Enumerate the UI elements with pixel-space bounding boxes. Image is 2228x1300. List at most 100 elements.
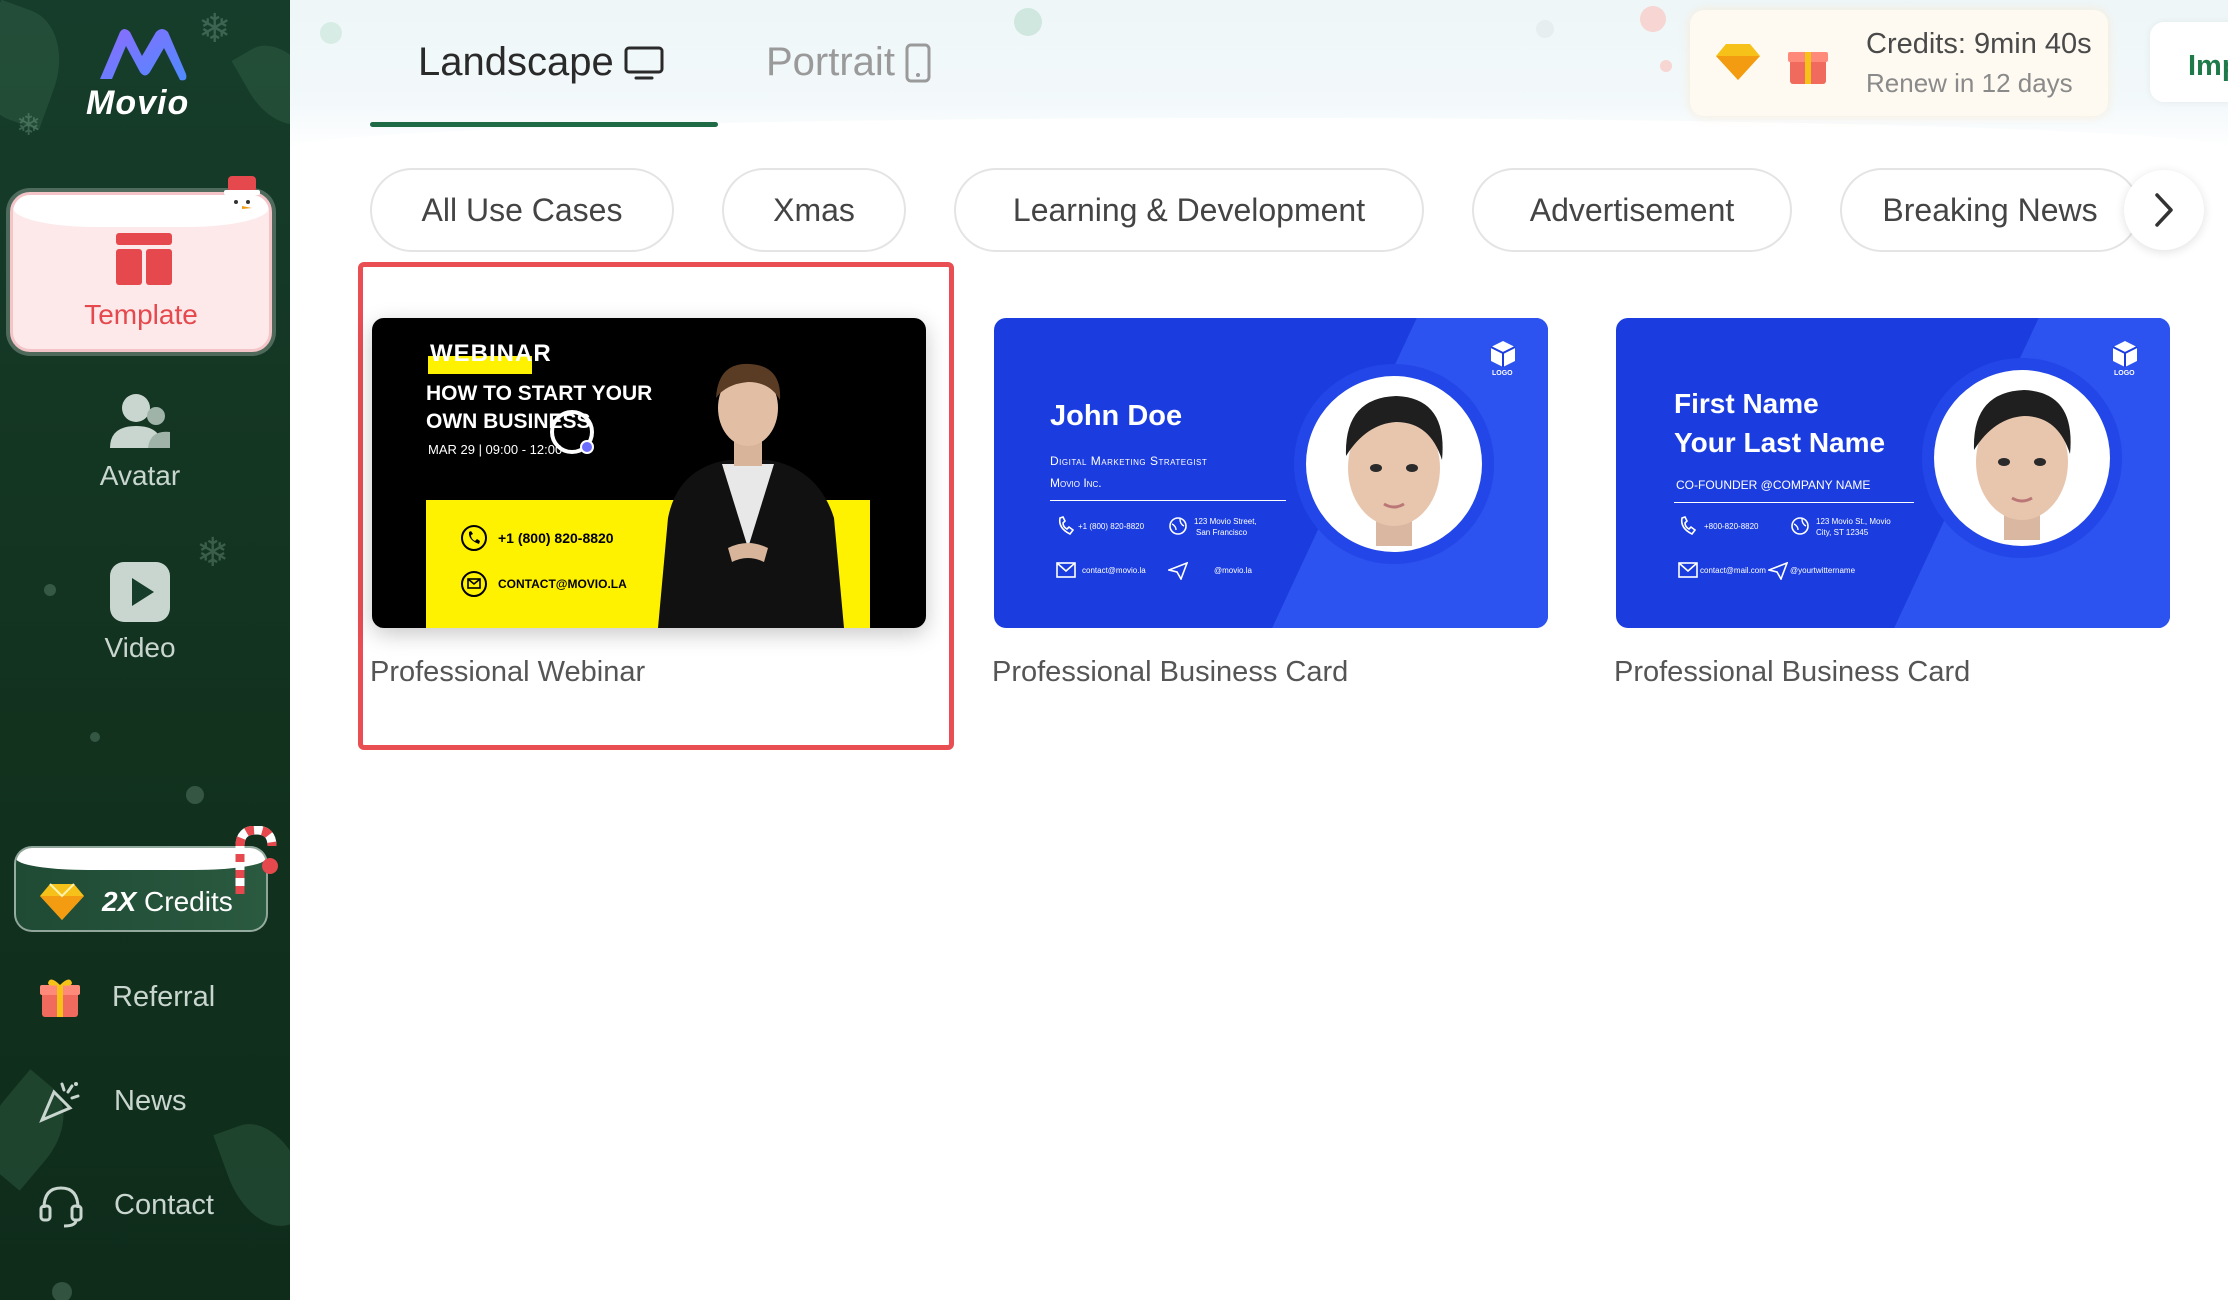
filter-chip-learning[interactable]: Learning & Development — [954, 168, 1424, 252]
diamond-icon — [40, 883, 84, 920]
template-title: Professional Webinar — [370, 656, 646, 688]
decor-bubble — [1640, 6, 1666, 32]
webinar-email: CONTACT@MOVIO.LA — [498, 577, 627, 591]
avatar — [1934, 370, 2110, 546]
card-divider — [1050, 500, 1286, 501]
template-card-webinar[interactable]: WEBINAR HOW TO START YOUR OWN BUSINESS M… — [372, 318, 926, 628]
cursor-dot — [580, 440, 594, 454]
decor-leaf — [231, 31, 290, 139]
logo-text: Movio — [86, 84, 190, 122]
decor-dot — [90, 732, 100, 742]
presenter-figure — [658, 363, 844, 628]
tab-portrait[interactable]: Portrait — [766, 40, 931, 85]
mail-icon — [461, 571, 487, 597]
decor-dot — [52, 1282, 72, 1300]
logo-text: LOGO — [2114, 370, 2135, 377]
diamond-icon — [1716, 44, 1760, 80]
sidebar-item-news[interactable]: News — [38, 1076, 187, 1126]
card-phone: +800-820-8820 — [1704, 522, 1759, 531]
template-card-business-first-name[interactable]: LOGO First Name Your Last Name CO-FOUNDE… — [1616, 318, 2170, 628]
template-title: Professional Business Card — [1614, 656, 1971, 688]
card-email: contact@movio.la — [1082, 566, 1146, 575]
snowflake-icon: ❄ — [16, 109, 42, 142]
globe-icon — [1169, 517, 1187, 535]
decor-bubble — [320, 22, 342, 44]
card-social: @yourtwittername — [1790, 566, 1856, 575]
chevron-right-icon — [2155, 193, 2173, 227]
sidebar-item-video[interactable]: Video — [0, 562, 280, 664]
card-address: 123 Movio St., Movio City, ST 12345 — [1816, 517, 1891, 537]
card-email: contact@mail.com — [1700, 566, 1766, 575]
send-icon — [1168, 562, 1188, 580]
webinar-badge: WEBINAR — [428, 340, 551, 374]
sidebar-item-label: Template — [84, 299, 198, 330]
sidebar-item-label: Contact — [114, 1188, 214, 1221]
avatar — [1306, 376, 1482, 552]
video-icon — [110, 562, 170, 622]
card-company: Movio Inc. — [1050, 476, 1102, 490]
webinar-phone: +1 (800) 820-8820 — [498, 530, 614, 546]
monitor-icon — [624, 46, 664, 79]
snowman-icon — [224, 176, 260, 220]
card-role: CO-FOUNDER @COMPANY NAME — [1676, 478, 1871, 492]
gift-icon — [1788, 52, 1828, 84]
sidebar-item-contact[interactable]: Contact — [38, 1180, 214, 1230]
webinar-headline: HOW TO START YOUR OWN BUSINESS — [426, 382, 653, 433]
send-icon — [1768, 562, 1788, 580]
phone-icon — [1058, 516, 1075, 536]
movio-logo[interactable]: Movio — [80, 24, 210, 124]
card-role: Digital Marketing Strategist — [1050, 454, 1208, 468]
card-address: 123 Movio Street, San Francisco — [1194, 517, 1257, 537]
mail-icon — [1678, 562, 1698, 578]
active-tab-indicator — [370, 122, 718, 127]
credits-remaining: Credits: 9min 40s — [1866, 28, 2092, 60]
avatar-icon — [110, 394, 170, 448]
card-social: @movio.la — [1214, 566, 1252, 575]
sidebar-item-avatar[interactable]: Avatar — [0, 392, 280, 492]
credits-panel[interactable]: Credits: 9min 40s Renew in 12 days — [1690, 10, 2108, 116]
card-name: John Doe — [1050, 400, 1183, 432]
template-card-business-john-doe[interactable]: LOGO John Doe Digital Marketing Strategi… — [994, 318, 1548, 628]
template-icon — [116, 233, 172, 285]
party-popper-icon — [39, 1082, 80, 1123]
credits-renew: Renew in 12 days — [1866, 68, 2073, 98]
headset-icon — [39, 1186, 83, 1228]
tab-label: Landscape — [418, 40, 614, 84]
decor-bubble — [1014, 8, 1042, 36]
globe-icon — [1791, 517, 1809, 535]
candy-cane-icon — [235, 826, 278, 894]
filter-chip-breaking-news[interactable]: Breaking News — [1840, 168, 2140, 252]
template-title: Professional Business Card — [992, 656, 1349, 688]
logo-text: LOGO — [1492, 370, 1513, 377]
logo-cube-icon — [1490, 341, 1516, 367]
mail-icon — [1056, 562, 1076, 578]
sidebar: ❄ ❄ ❄ Movio Template Avatar Video 2X Cre… — [0, 0, 290, 1300]
decor-leaf — [213, 1111, 290, 1239]
tab-landscape[interactable]: Landscape — [418, 40, 664, 85]
card-divider — [1674, 502, 1914, 503]
sidebar-item-referral[interactable]: Referral — [38, 972, 215, 1022]
import-button[interactable]: Imp — [2150, 22, 2228, 102]
filter-chip-all-use-cases[interactable]: All Use Cases — [370, 168, 674, 252]
sidebar-item-label: News — [114, 1084, 187, 1117]
card-phone: +1 (800) 820-8820 — [1078, 522, 1145, 531]
sidebar-item-label: Referral — [112, 980, 216, 1013]
decor-bubble — [1536, 20, 1554, 38]
tab-label: Portrait — [766, 40, 895, 84]
decor-dot — [186, 786, 204, 804]
decor-bubble — [1660, 60, 1672, 72]
phone-icon — [461, 525, 487, 551]
logo-cube-icon — [2112, 341, 2138, 367]
filter-chip-xmas[interactable]: Xmas — [722, 168, 906, 252]
double-credits-label: 2X Credits — [102, 886, 233, 917]
gift-icon — [40, 979, 80, 1017]
face-portrait — [1345, 396, 1443, 546]
filter-chip-advertisement[interactable]: Advertisement — [1472, 168, 1792, 252]
webinar-date: MAR 29 | 09:00 - 12:00 — [428, 442, 563, 457]
sidebar-item-label: Video — [104, 632, 176, 663]
phone-icon — [905, 43, 931, 82]
movio-logo-mark — [100, 29, 187, 81]
phone-icon — [1680, 516, 1697, 536]
filter-next-button[interactable] — [2124, 170, 2204, 250]
card-name: First Name Your Last Name — [1674, 388, 1886, 458]
